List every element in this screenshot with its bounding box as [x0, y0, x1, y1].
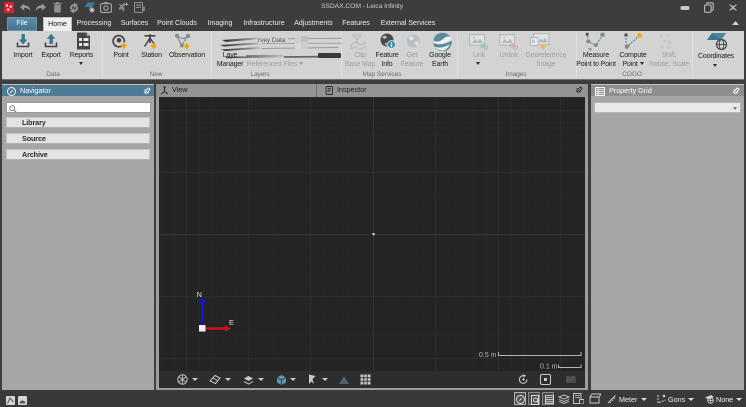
svg-text:0.1 m: 0.1 m	[540, 364, 558, 371]
svg-text:N: N	[197, 290, 202, 299]
svg-text:E: E	[229, 318, 234, 327]
svg-text:rvey Data: rvey Data	[258, 37, 286, 44]
svg-text:0.5 m: 0.5 m	[479, 352, 497, 359]
